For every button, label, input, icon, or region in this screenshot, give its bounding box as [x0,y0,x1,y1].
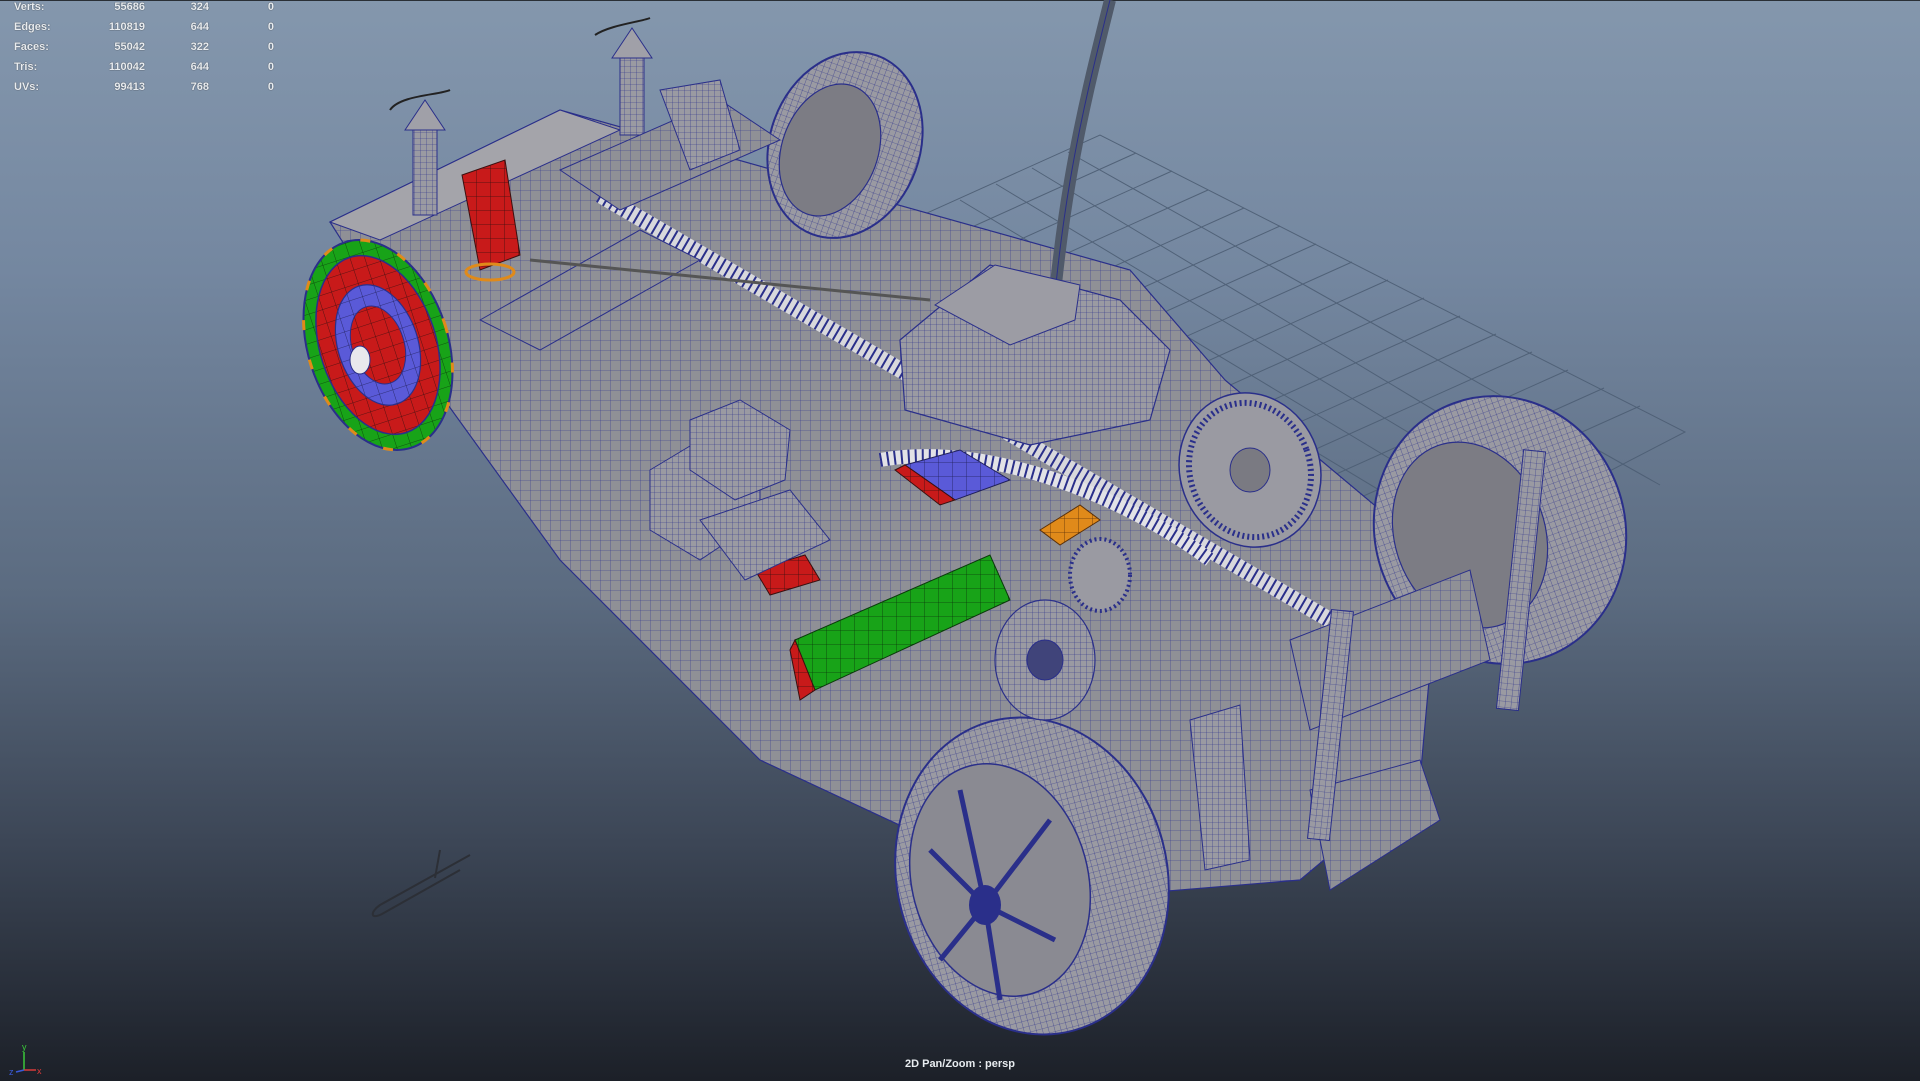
hud-value-total: 55042 [114,41,145,53]
hud-value-total: 110819 [108,21,145,33]
hud-value-total: 99413 [114,81,145,93]
hud-value-total: 55686 [114,1,145,13]
hud-row-uvs: UVs: 99413 768 0 [14,80,274,100]
hud-row-edges: Edges: 110819 644 0 [14,20,274,40]
hud-value-selected: 324 [190,1,209,13]
poly-count-hud: Verts: 55686 324 0 Edges: 110819 644 0 F… [14,0,274,100]
hud-value-selected: 644 [190,21,209,33]
body-clip[interactable] [371,849,471,918]
hud-label: Faces: [14,41,49,53]
hud-value-other: 0 [267,81,274,93]
hud-row-verts: Verts: 55686 324 0 [14,0,274,20]
hud-row-tris: Tris: 110042 644 0 [14,60,274,80]
hud-value-other: 0 [267,1,274,13]
body-post-right[interactable] [594,17,653,136]
camera-label: 2D Pan/Zoom : persp [904,1058,1016,1070]
hud-value-selected: 768 [190,81,209,93]
viewport-persp[interactable]: Verts: 55686 324 0 Edges: 110819 644 0 F… [0,0,1920,1081]
hud-label: UVs: [14,81,40,93]
hud-value-selected: 322 [190,41,209,53]
hud-row-faces: Faces: 55042 322 0 [14,40,274,60]
hud-value-other: 0 [267,61,274,73]
hud-value-other: 0 [267,21,274,33]
hud-label: Edges: [14,21,51,33]
scene-canvas[interactable] [0,0,1920,1081]
hud-value-total: 110042 [108,61,145,73]
hud-label: Verts: [14,1,45,13]
hud-value-selected: 644 [190,61,209,73]
hud-value-other: 0 [267,41,274,53]
axis-y-label: y [22,1042,27,1052]
hud-label: Tris: [14,61,38,73]
